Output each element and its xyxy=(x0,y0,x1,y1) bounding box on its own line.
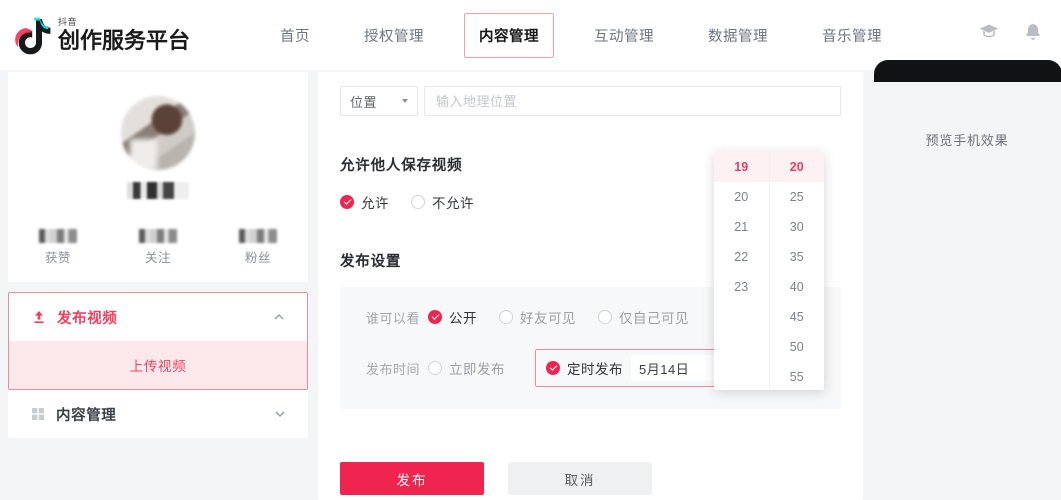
location-type-select-value: 位置 xyxy=(350,94,378,110)
phone-mockup-top xyxy=(874,60,1061,82)
time-picker-popup: 19 20 21 22 23 20 25 30 35 40 45 50 55 xyxy=(714,152,824,390)
app-root: 抖音 创作服务平台 首页 授权管理 内容管理 互动管理 数据管理 音乐管理 获赞… xyxy=(0,0,1061,500)
action-buttons: 发布 取消 xyxy=(340,462,652,495)
time-picker-hours-column[interactable]: 19 20 21 22 23 xyxy=(714,152,769,390)
sidebar: 获赞 关注 粉丝 发布视频 上传视频 内容管理 xyxy=(8,72,308,438)
nav-item-authorization[interactable]: 授权管理 xyxy=(350,14,438,57)
radio-publish-scheduled-label: 定时发布 xyxy=(567,362,623,377)
sidebar-item-content-management[interactable]: 内容管理 xyxy=(8,390,308,438)
main-nav: 首页 授权管理 内容管理 互动管理 数据管理 音乐管理 xyxy=(266,0,922,70)
radio-visibility-public[interactable]: 公开 xyxy=(428,307,477,327)
time-option-minute[interactable]: 55 xyxy=(770,362,825,392)
radio-unselected-icon xyxy=(428,361,442,375)
stat-following-value xyxy=(139,229,177,243)
sidebar-subitem-upload-video[interactable]: 上传视频 xyxy=(9,341,307,389)
radio-unselected-icon xyxy=(499,310,513,324)
time-option-hour[interactable]: 21 xyxy=(714,212,769,242)
radio-selected-icon xyxy=(428,310,442,324)
radio-publish-scheduled[interactable]: 定时发布 xyxy=(546,358,623,378)
phone-preview-label: 预览手机效果 xyxy=(925,133,1009,148)
chevron-up-icon[interactable] xyxy=(273,311,285,323)
nav-item-home[interactable]: 首页 xyxy=(266,14,324,57)
username-blurred xyxy=(127,182,189,199)
radio-publish-now-label: 立即发布 xyxy=(449,362,505,377)
publish-date-value: 5月14日 xyxy=(639,361,690,377)
stat-likes-label: 获赞 xyxy=(44,251,71,265)
cancel-button[interactable]: 取消 xyxy=(508,462,652,495)
graduation-cap-icon[interactable] xyxy=(979,22,999,42)
time-option-minute[interactable]: 40 xyxy=(770,272,825,302)
radio-visibility-private[interactable]: 仅自己可见 xyxy=(598,307,689,327)
radio-disallow-save-label: 不允许 xyxy=(432,196,474,211)
stat-likes-value xyxy=(39,229,77,243)
stat-fans-value xyxy=(239,229,277,243)
time-option-hour[interactable]: 22 xyxy=(714,242,769,272)
brand-subtitle: 抖音 xyxy=(58,16,78,27)
radio-allow-save[interactable]: 允许 xyxy=(340,192,389,212)
time-option-minute[interactable]: 30 xyxy=(770,212,825,242)
radio-unselected-icon xyxy=(598,310,612,324)
radio-unselected-icon xyxy=(411,195,425,209)
avatar[interactable] xyxy=(121,96,195,170)
radio-publish-now[interactable]: 立即发布 xyxy=(428,358,505,378)
radio-disallow-save[interactable]: 不允许 xyxy=(411,192,474,212)
sidebar-item-content-management-label: 内容管理 xyxy=(56,407,117,424)
time-option-hour[interactable]: 23 xyxy=(714,272,769,302)
profile-card: 获赞 关注 粉丝 xyxy=(8,72,308,282)
stat-following-label: 关注 xyxy=(144,251,171,265)
time-picker-minutes-column[interactable]: 20 25 30 35 40 45 50 55 xyxy=(768,152,825,392)
location-row: 位置 xyxy=(340,86,841,116)
stat-fans-label: 粉丝 xyxy=(244,251,271,265)
time-option-minute[interactable]: 20 xyxy=(769,152,824,182)
nav-item-interaction[interactable]: 互动管理 xyxy=(580,14,668,57)
douyin-note-icon xyxy=(14,15,52,55)
bell-icon[interactable] xyxy=(1023,22,1043,42)
sidebar-group-publish-video: 发布视频 上传视频 xyxy=(8,292,308,390)
phone-preview: 预览手机效果 xyxy=(872,60,1061,149)
time-option-minute[interactable]: 35 xyxy=(770,242,825,272)
radio-selected-icon xyxy=(546,361,560,375)
location-input[interactable] xyxy=(424,86,841,116)
stat-fans[interactable]: 粉丝 xyxy=(208,229,308,266)
chevron-down-icon[interactable] xyxy=(274,408,286,420)
sidebar-item-publish-video-label: 发布视频 xyxy=(57,310,118,327)
time-option-hour[interactable]: 19 xyxy=(714,152,769,182)
time-option-minute[interactable]: 45 xyxy=(770,302,825,332)
radio-visibility-public-label: 公开 xyxy=(449,311,477,326)
profile-stats: 获赞 关注 粉丝 xyxy=(8,229,308,266)
radio-allow-save-label: 允许 xyxy=(361,196,389,211)
location-type-select[interactable]: 位置 xyxy=(340,86,418,116)
radio-visibility-friends[interactable]: 好友可见 xyxy=(499,307,576,327)
visibility-label: 谁可以看 xyxy=(366,310,421,326)
stat-following[interactable]: 关注 xyxy=(108,229,208,266)
nav-item-content[interactable]: 内容管理 xyxy=(464,12,555,58)
brand-title: 创作服务平台 xyxy=(58,27,191,53)
nav-item-data[interactable]: 数据管理 xyxy=(694,14,782,57)
brand-logo[interactable]: 抖音 创作服务平台 xyxy=(14,15,190,55)
time-option-minute[interactable]: 25 xyxy=(770,182,825,212)
sidebar-menu: 发布视频 上传视频 内容管理 xyxy=(8,292,308,438)
publish-button[interactable]: 发布 xyxy=(340,462,484,495)
stat-likes[interactable]: 获赞 xyxy=(8,229,108,266)
publish-time-label: 发布时间 xyxy=(366,361,421,377)
nav-item-music[interactable]: 音乐管理 xyxy=(808,14,896,57)
time-option-minute[interactable]: 50 xyxy=(770,332,825,362)
grid-icon xyxy=(32,408,44,420)
time-option-hour[interactable]: 20 xyxy=(714,182,769,212)
upload-icon xyxy=(34,311,44,324)
chevron-down-icon xyxy=(402,99,408,103)
radio-selected-icon xyxy=(340,195,354,209)
header-icon-group xyxy=(979,22,1043,42)
radio-visibility-private-label: 仅自己可见 xyxy=(619,311,689,326)
sidebar-item-publish-video[interactable]: 发布视频 xyxy=(9,293,307,341)
radio-visibility-friends-label: 好友可见 xyxy=(520,311,576,326)
